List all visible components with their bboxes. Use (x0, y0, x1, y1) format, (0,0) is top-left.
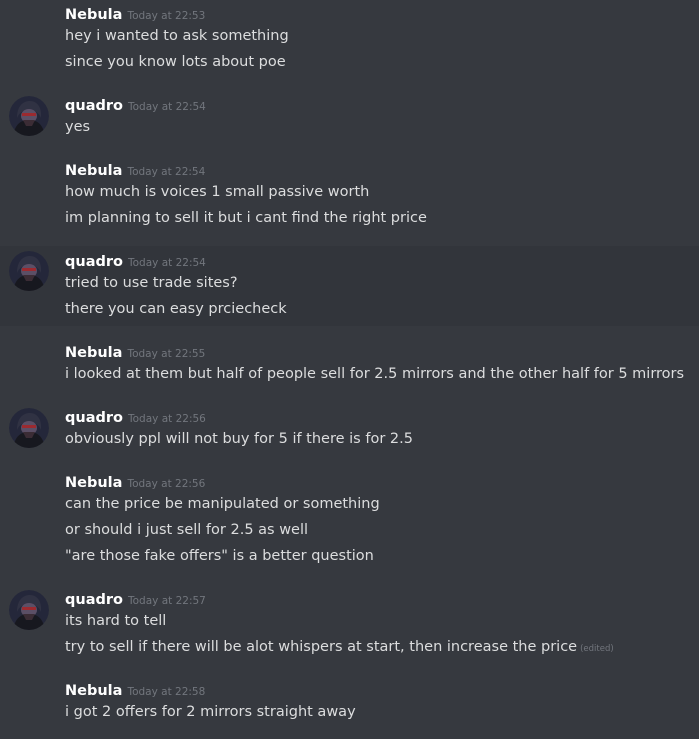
message-header: Nebula Today at 22:54 (65, 160, 205, 182)
username[interactable]: Nebula (65, 345, 122, 361)
edited-label: (edited) (580, 644, 614, 654)
message-text: or should i just sell for 2.5 as well (65, 522, 309, 538)
hooded-figure-avatar[interactable] (9, 251, 49, 291)
timestamp[interactable]: Today at 22:58 (127, 686, 205, 698)
message-text: there you can easy prciecheck (65, 301, 287, 317)
message-header: Nebula Today at 22:55 (65, 342, 205, 364)
username[interactable]: Nebula (65, 683, 122, 699)
chat-messages: Nebula Today at 22:53 hey i wanted to ask… (0, 0, 699, 739)
timestamp[interactable]: Today at 22:54 (128, 257, 206, 269)
message-text: im planning to sell it but i cant find t… (65, 210, 427, 226)
message-header: quadro Today at 22:57 (65, 589, 206, 611)
message-header: quadro Today at 22:54 (65, 95, 206, 117)
timestamp[interactable]: Today at 22:56 (127, 478, 205, 490)
message-text: tried to use trade sites? (65, 275, 238, 291)
message-text: obviously ppl will not buy for 5 if ther… (65, 431, 413, 447)
message-text-content: try to sell if there will be alot whispe… (65, 639, 578, 655)
timestamp[interactable]: Today at 22:56 (128, 413, 206, 425)
timestamp[interactable]: Today at 22:55 (127, 348, 205, 360)
username[interactable]: Nebula (65, 7, 122, 23)
message-group: Nebula Today at 22:54 how much is voices … (0, 151, 699, 241)
hooded-figure-avatar[interactable] (9, 590, 49, 630)
message-group: Nebula Today at 22:58 i got 2 offers for … (0, 674, 699, 734)
message-group: Nebula Today at 22:56 can the price be ma… (0, 466, 699, 581)
message-group: Nebula Today at 22:53 hey i wanted to ask… (0, 0, 699, 80)
username[interactable]: quadro (65, 98, 123, 114)
message-header: quadro Today at 22:56 (65, 407, 206, 429)
timestamp[interactable]: Today at 22:54 (128, 101, 206, 113)
message-text: since you know lots about poe (65, 54, 286, 70)
message-group: quadro Today at 22:57 its hard to tell tr… (0, 583, 699, 673)
timestamp[interactable]: Today at 22:53 (127, 10, 205, 22)
username[interactable]: Nebula (65, 475, 122, 491)
username[interactable]: quadro (65, 254, 123, 270)
message-header: Nebula Today at 22:53 (65, 4, 205, 26)
message-header: Nebula Today at 22:58 (65, 680, 205, 702)
message-text: can the price be manipulated or somethin… (65, 496, 380, 512)
timestamp[interactable]: Today at 22:57 (128, 595, 206, 607)
message-text: hey i wanted to ask something (65, 28, 289, 44)
message-text: try to sell if there will be alot whispe… (65, 637, 614, 659)
username[interactable]: Nebula (65, 163, 122, 179)
message-header: quadro Today at 22:54 (65, 251, 206, 273)
message-group: quadro Today at 22:56 obviously ppl will … (0, 401, 699, 461)
message-text: i got 2 offers for 2 mirrors straight aw… (65, 704, 356, 720)
message-text: its hard to tell (65, 613, 167, 629)
username[interactable]: quadro (65, 410, 123, 426)
hooded-figure-avatar[interactable] (9, 96, 49, 136)
message-text: how much is voices 1 small passive worth (65, 184, 370, 200)
message-text: yes (65, 119, 91, 135)
message-group: Nebula Today at 22:55 i looked at them bu… (0, 336, 699, 396)
message-group: quadro Today at 22:54 yes (0, 86, 699, 146)
hooded-figure-avatar[interactable] (9, 408, 49, 448)
username[interactable]: quadro (65, 592, 123, 608)
message-text: "are those fake offers" is a better ques… (65, 548, 374, 564)
message-header: Nebula Today at 22:56 (65, 472, 205, 494)
message-group: quadro Today at 22:54 tried to use trade … (0, 246, 699, 326)
message-text: i looked at them but half of people sell… (65, 366, 685, 382)
timestamp[interactable]: Today at 22:54 (127, 166, 205, 178)
